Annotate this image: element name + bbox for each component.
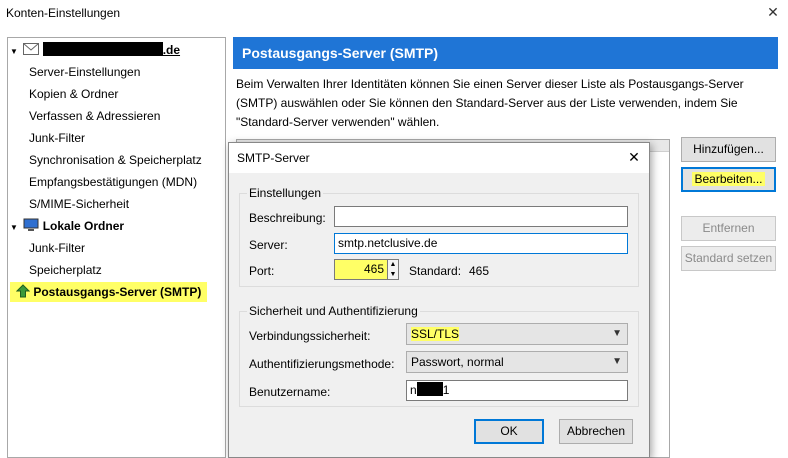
window-close-icon[interactable]: ✕ <box>764 3 782 21</box>
edit-button-label: Bearbeiten... <box>692 172 765 186</box>
tree-item-composition[interactable]: Verfassen & Adressieren <box>8 106 160 126</box>
set-default-button[interactable]: Standard setzen <box>681 246 776 271</box>
port-label: Port: <box>249 264 275 278</box>
description-label: Beschreibung: <box>249 211 326 225</box>
connection-security-label: Verbindungssicherheit: <box>249 329 371 343</box>
username-prefix: n <box>410 383 417 397</box>
redacted-username <box>416 382 443 396</box>
tree-item-local-junk[interactable]: Junk-Filter <box>8 238 85 258</box>
chevron-down-icon[interactable]: ▼ <box>10 218 20 238</box>
server-label: Server: <box>249 238 288 252</box>
smtp-dialog: SMTP-Server ✕ Einstellungen Beschreibung… <box>228 142 650 458</box>
tree-item-receipts[interactable]: Empfangsbestätigungen (MDN) <box>8 172 197 192</box>
description-input[interactable] <box>334 206 628 227</box>
dialog-close-icon[interactable]: ✕ <box>625 148 643 166</box>
auth-method-select[interactable]: Passwort, normal ▼ <box>406 351 628 373</box>
cancel-button-label: Abbrechen <box>566 424 626 438</box>
username-label: Benutzername: <box>249 385 331 399</box>
connection-security-select[interactable]: SSL/TLS ▼ <box>406 323 628 345</box>
panel-title: Postausgangs-Server (SMTP) <box>233 37 778 69</box>
connection-security-value: SSL/TLS <box>411 327 460 341</box>
tree-item-server-settings[interactable]: Server-Einstellungen <box>8 62 140 82</box>
tree-item-local-storage[interactable]: Speicherplatz <box>8 260 102 280</box>
chevron-down-icon[interactable]: ▼ <box>10 42 20 62</box>
tree-local-folders-label: Lokale Ordner <box>42 219 125 233</box>
account-tree: ▼ .de Server-Einstellungen Kopien & Ordn… <box>7 37 226 458</box>
add-button-label: Hinzufügen... <box>693 142 764 156</box>
tree-item-copies-folders[interactable]: Kopien & Ordner <box>8 84 118 104</box>
tree-item-smtp-label: Postausgangs-Server (SMTP) <box>33 285 202 299</box>
tree-item-smtp[interactable]: Postausgangs-Server (SMTP) <box>8 282 208 302</box>
tree-item-smime[interactable]: S/MIME-Sicherheit <box>8 194 129 214</box>
username-suffix: 1 <box>442 383 450 397</box>
mail-envelope-icon <box>23 43 40 55</box>
remove-button-label: Entfernen <box>702 221 755 235</box>
server-input[interactable]: smtp.netclusive.de <box>334 233 628 254</box>
port-input[interactable]: 465 <box>334 259 388 280</box>
dialog-title: SMTP-Server <box>237 151 310 165</box>
port-spinner[interactable]: ▲ ▼ <box>387 259 399 280</box>
redacted-account <box>42 42 163 56</box>
chevron-down-icon: ▼ <box>612 356 622 367</box>
set-default-button-label: Standard setzen <box>684 251 773 265</box>
add-button[interactable]: Hinzufügen... <box>681 137 776 162</box>
tree-local-folders[interactable]: ▼ Lokale Ordner <box>8 216 124 236</box>
tree-item-junk-filter[interactable]: Junk-Filter <box>8 128 85 148</box>
upload-arrow-icon <box>15 284 31 298</box>
settings-group-title: Einstellungen <box>247 186 324 200</box>
account-suffix: .de <box>162 43 181 57</box>
standard-value: 465 <box>469 264 490 278</box>
standard-label: Standard: <box>409 264 462 278</box>
cancel-button[interactable]: Abbrechen <box>559 419 633 444</box>
auth-method-label: Authentifizierungsmethode: <box>249 357 395 371</box>
auth-method-value: Passwort, normal <box>411 355 504 369</box>
edit-button[interactable]: Bearbeiten... <box>681 167 776 192</box>
dialog-titlebar: SMTP-Server ✕ <box>229 143 649 173</box>
computer-icon <box>23 218 39 231</box>
tree-item-sync-storage[interactable]: Synchronisation & Speicherplatz <box>8 150 202 170</box>
remove-button[interactable]: Entfernen <box>681 216 776 241</box>
username-input[interactable]: n1 <box>406 380 628 401</box>
ok-button-label: OK <box>500 424 518 438</box>
ok-button[interactable]: OK <box>474 419 544 444</box>
panel-description: Beim Verwalten Ihrer Identitäten können … <box>236 77 744 129</box>
chevron-down-icon: ▼ <box>612 328 622 339</box>
tree-account[interactable]: ▼ .de <box>8 40 180 60</box>
security-group-title: Sicherheit und Authentifizierung <box>247 304 420 318</box>
window-title: Konten-Einstellungen <box>6 6 121 20</box>
